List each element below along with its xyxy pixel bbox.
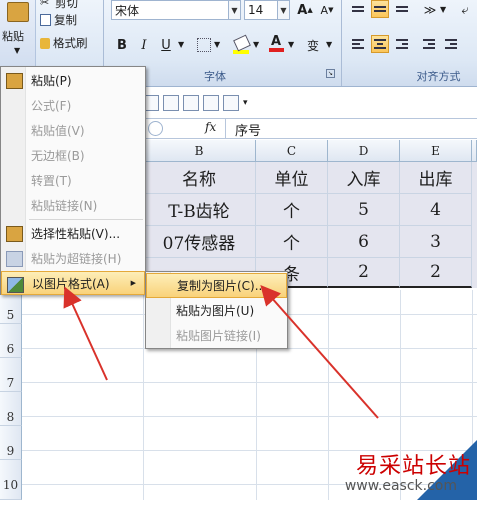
annotation-arrows	[63, 285, 379, 419]
arrow-to-copy-as-picture	[260, 285, 379, 419]
watermark-url: www.easck.com	[344, 478, 457, 494]
watermark-title: 易采站长站	[355, 454, 471, 479]
arrow-to-as-picture	[63, 286, 108, 381]
